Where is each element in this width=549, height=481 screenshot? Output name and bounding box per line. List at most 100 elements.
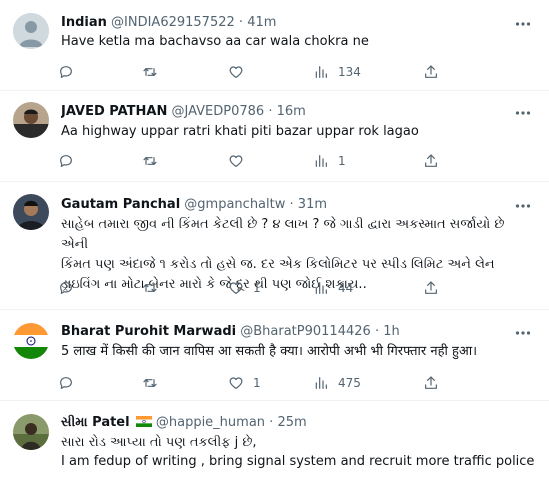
tweet-text-line: સારા રોડ આપ્યા તો પણ તકલીફ j છે, (61, 435, 257, 450)
reply-bubble-icon (60, 155, 72, 167)
heart-icon (229, 155, 243, 167)
more-horizontal-icon (515, 111, 531, 115)
share-upload-icon (425, 376, 437, 389)
share-button[interactable] (423, 373, 439, 393)
tweet-text: 5 लाख में किसी की जान वापिस आ सकती है क्… (61, 342, 535, 361)
share-button[interactable] (423, 62, 439, 82)
action-bar: 1 44 (58, 278, 448, 298)
timestamp[interactable]: 41m (247, 15, 276, 30)
reply-button[interactable] (58, 151, 83, 171)
tweet-header: Bharat Purohit Marwadi @BharatP90114426 … (61, 323, 509, 341)
tweet-text-line: Have ketla ma bachavso aa car wala chokr… (61, 34, 369, 49)
reply-button[interactable] (58, 278, 83, 298)
retweet-arrows-icon (143, 68, 157, 76)
retweet-button[interactable] (142, 373, 167, 393)
tweet[interactable]: JAVED PATHAN @JAVEDP0786 · 16m Aa highwa… (0, 91, 549, 182)
more-options-button[interactable] (515, 198, 531, 212)
user-handle[interactable]: @happie_human (156, 415, 265, 430)
share-button[interactable] (423, 278, 439, 298)
view-count: 1 (338, 154, 346, 168)
timestamp[interactable]: 25m (277, 415, 306, 430)
views-button[interactable]: 134 (313, 62, 361, 82)
like-button[interactable] (228, 151, 253, 171)
more-options-button[interactable] (515, 105, 531, 119)
tweet-text: Have ketla ma bachavso aa car wala chokr… (61, 32, 535, 51)
tweet[interactable]: Gautam Panchal @gmpanchaltw · 31m સાહેબ … (0, 182, 549, 310)
share-upload-icon (425, 65, 437, 78)
tweet-text: Aa highway uppar ratri khati piti bazar … (61, 122, 535, 141)
user-handle[interactable]: @BharatP90114426 (240, 324, 371, 339)
tweet-header: Gautam Panchal @gmpanchaltw · 31m (61, 196, 509, 214)
action-bar: 134 (58, 62, 448, 82)
more-options-button[interactable] (515, 325, 531, 339)
india-flag-avatar-icon (13, 323, 49, 359)
display-name[interactable]: સીમા Patel (61, 415, 130, 430)
tweet[interactable]: સીમા Patel @happie_human · 25m સારા રોડ … (0, 401, 549, 481)
user-photo-icon (13, 414, 49, 450)
heart-icon (229, 66, 243, 78)
retweet-button[interactable] (142, 278, 167, 298)
more-options-button[interactable] (515, 16, 531, 30)
like-button[interactable]: 1 (228, 373, 261, 393)
bar-chart-views-icon (315, 377, 327, 389)
user-handle[interactable]: @gmpanchaltw (184, 197, 285, 212)
tweet-header: JAVED PATHAN @JAVEDP0786 · 16m (61, 103, 509, 121)
separator-dot: · (269, 415, 274, 430)
reply-button[interactable] (58, 373, 83, 393)
avatar[interactable] (13, 102, 49, 138)
separator-dot: · (268, 104, 273, 119)
retweet-button[interactable] (142, 151, 167, 171)
views-button[interactable]: 1 (313, 151, 346, 171)
retweet-arrows-icon (143, 379, 157, 387)
heart-icon (229, 282, 243, 294)
avatar[interactable] (13, 13, 49, 49)
share-button[interactable] (423, 151, 439, 171)
tweet[interactable]: Bharat Purohit Marwadi @BharatP90114426 … (0, 310, 549, 401)
user-handle[interactable]: @JAVEDP0786 (172, 104, 265, 119)
tweet-text-line: Aa highway uppar ratri khati piti bazar … (61, 124, 419, 139)
like-count: 1 (253, 281, 261, 295)
view-count: 44 (338, 281, 354, 295)
tweet-text-line: કિંમત પણ અંદાજે ૧ કરોડ તો હસે જ. દર એક ક… (61, 257, 495, 272)
display-name[interactable]: Indian (61, 15, 107, 30)
display-name[interactable]: Bharat Purohit Marwadi (61, 324, 236, 339)
reply-bubble-icon (60, 282, 72, 294)
separator-dot: · (374, 324, 380, 339)
like-button[interactable] (228, 62, 253, 82)
display-name[interactable]: Gautam Panchal (61, 197, 180, 212)
timestamp[interactable]: 31m (298, 197, 327, 212)
bar-chart-views-icon (315, 66, 327, 78)
separator-dot: · (289, 197, 294, 212)
display-name[interactable]: JAVED PATHAN (61, 104, 167, 119)
bar-chart-views-icon (315, 282, 327, 294)
like-count: 1 (253, 376, 261, 390)
separator-dot: · (238, 15, 244, 30)
avatar[interactable] (13, 194, 49, 230)
retweet-button[interactable] (142, 62, 167, 82)
india-flag-icon (135, 416, 152, 427)
views-button[interactable]: 44 (313, 278, 353, 298)
timestamp[interactable]: 16m (277, 104, 306, 119)
tweet-text-line: I am fedup of writing , bring signal sys… (61, 454, 535, 481)
tweet[interactable]: Indian @INDIA629157522 · 41m Have ketla … (0, 0, 549, 91)
user-photo-icon (13, 102, 49, 138)
reply-button[interactable] (58, 62, 83, 82)
user-photo-icon (13, 194, 49, 230)
tweet-header: Indian @INDIA629157522 · 41m (61, 14, 509, 32)
view-count: 134 (338, 65, 361, 79)
retweet-arrows-icon (143, 157, 157, 165)
timestamp[interactable]: 1h (383, 324, 400, 339)
view-count: 475 (338, 376, 361, 390)
like-button[interactable]: 1 (228, 278, 261, 298)
action-bar: 1 (58, 151, 448, 171)
views-button[interactable]: 475 (313, 373, 361, 393)
avatar[interactable] (13, 323, 49, 359)
user-handle[interactable]: @INDIA629157522 (111, 15, 235, 30)
tweet-text-line: સાહેબ તમારા જીવ ની કિંમત કેટલી છે ? ૪ લા… (61, 217, 505, 252)
bar-chart-views-icon (315, 155, 327, 167)
more-horizontal-icon (515, 204, 531, 208)
avatar[interactable] (13, 414, 49, 450)
tweet-header: સીમા Patel @happie_human · 25m (61, 414, 509, 432)
default-avatar-icon (13, 13, 49, 49)
action-bar: 1 475 (58, 373, 448, 393)
